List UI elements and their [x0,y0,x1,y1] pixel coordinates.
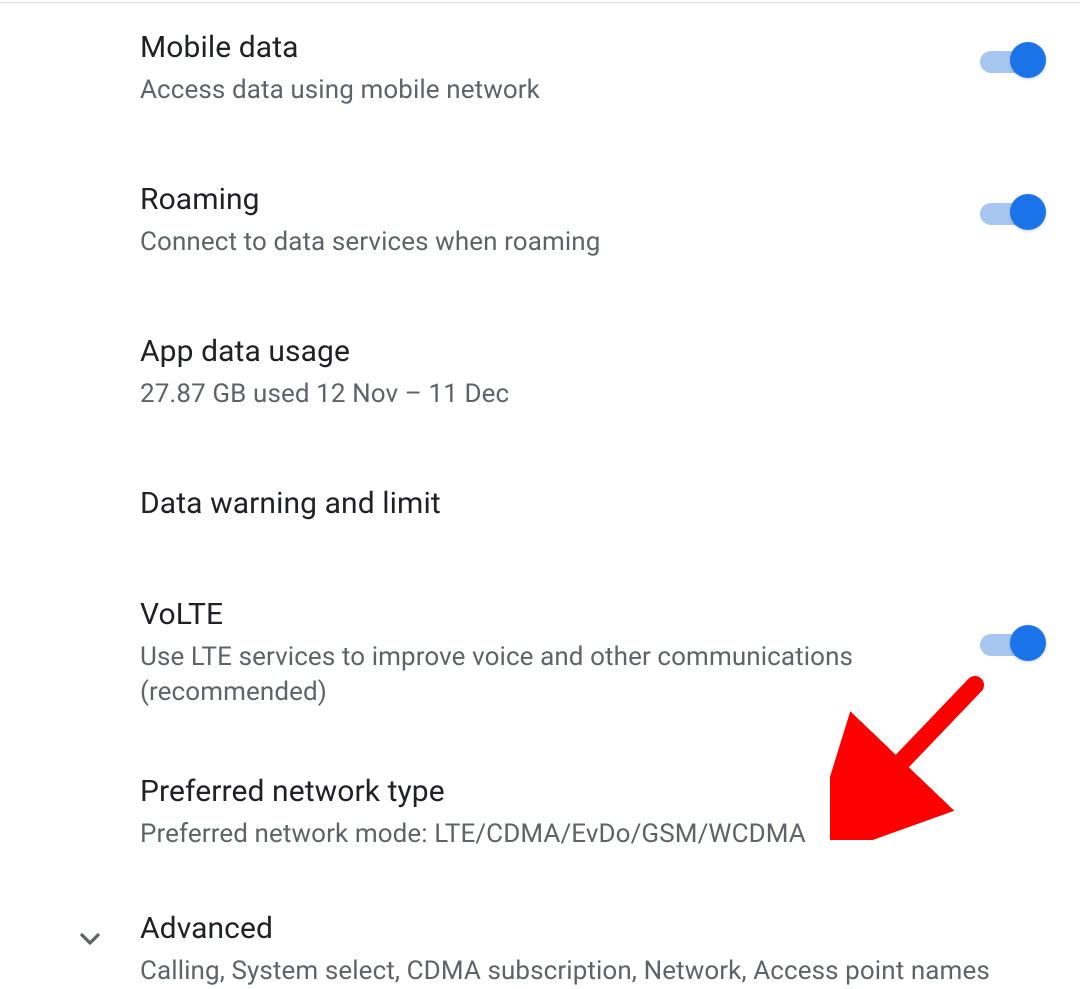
setting-title: Advanced [140,909,1004,948]
chevron-down-icon [72,921,108,957]
setting-text: Preferred network type Preferred network… [140,772,1042,852]
setting-title: Data warning and limit [140,484,1002,523]
setting-subtitle: Use LTE services to improve voice and ot… [140,640,940,710]
setting-subtitle: Connect to data services when roaming [140,225,940,260]
toggle-thumb [1010,194,1046,230]
toggle-thumb [1010,42,1046,78]
setting-title: Preferred network type [140,772,1002,811]
setting-text: Data warning and limit [140,484,1042,523]
setting-title: Roaming [140,180,940,219]
toggle-roaming[interactable] [980,194,1042,230]
setting-text: App data usage 27.87 GB used 12 Nov – 11… [140,332,1042,412]
toggle-thumb [1010,625,1046,661]
setting-volte[interactable]: VoLTE Use LTE services to improve voice … [140,595,1042,710]
setting-subtitle: Access data using mobile network [140,73,940,108]
setting-subtitle: Calling, System select, CDMA subscriptio… [140,954,1004,989]
setting-title: App data usage [140,332,1002,371]
setting-app-data-usage[interactable]: App data usage 27.87 GB used 12 Nov – 11… [140,332,1042,412]
setting-roaming[interactable]: Roaming Connect to data services when ro… [140,180,1042,260]
setting-data-warning-limit[interactable]: Data warning and limit [140,484,1042,523]
chevron-wrap [40,909,140,957]
setting-text: VoLTE Use LTE services to improve voice … [140,595,980,710]
setting-title: Mobile data [140,28,940,67]
setting-subtitle: Preferred network mode: LTE/CDMA/EvDo/GS… [140,817,1002,852]
setting-mobile-data[interactable]: Mobile data Access data using mobile net… [140,28,1042,108]
setting-subtitle: 27.87 GB used 12 Nov – 11 Dec [140,377,1002,412]
setting-text: Roaming Connect to data services when ro… [140,180,980,260]
setting-title: VoLTE [140,595,940,634]
setting-text: Advanced Calling, System select, CDMA su… [140,909,1004,989]
setting-preferred-network-type[interactable]: Preferred network type Preferred network… [140,772,1042,852]
toggle-volte[interactable] [980,625,1042,661]
toggle-mobile-data[interactable] [980,42,1042,78]
setting-text: Mobile data Access data using mobile net… [140,28,980,108]
top-divider [0,2,1080,3]
settings-list: Mobile data Access data using mobile net… [0,0,1080,989]
setting-advanced[interactable]: Advanced Calling, System select, CDMA su… [40,909,1042,989]
